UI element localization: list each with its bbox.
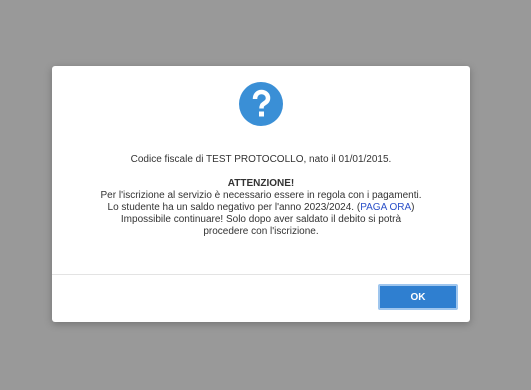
fiscal-code-line: Codice fiscale di TEST PROTOCOLLO, nato … xyxy=(130,154,392,165)
negative-balance-close-paren: ) xyxy=(411,202,415,213)
dialog-message: Codice fiscale di TEST PROTOCOLLO, nato … xyxy=(60,154,462,238)
pay-now-link[interactable]: PAGA ORA xyxy=(360,202,411,213)
question-mark-icon xyxy=(239,82,283,126)
alert-dialog: Codice fiscale di TEST PROTOCOLLO, nato … xyxy=(52,66,470,322)
ok-button[interactable]: OK xyxy=(378,284,458,310)
negative-balance-text: Lo studente ha un saldo negativo per l'a… xyxy=(107,202,361,213)
proceed-text: procedere con l'iscrizione. xyxy=(203,226,319,237)
attention-heading: ATTENZIONE! xyxy=(227,178,295,189)
cannot-continue-text: Impossibile continuare! Solo dopo aver s… xyxy=(120,214,402,225)
negative-balance-line: Lo studente ha un saldo negativo per l'a… xyxy=(60,202,462,214)
payment-requirement-text: Per l'iscrizione al servizio è necessari… xyxy=(100,190,422,201)
dialog-divider xyxy=(52,274,470,275)
